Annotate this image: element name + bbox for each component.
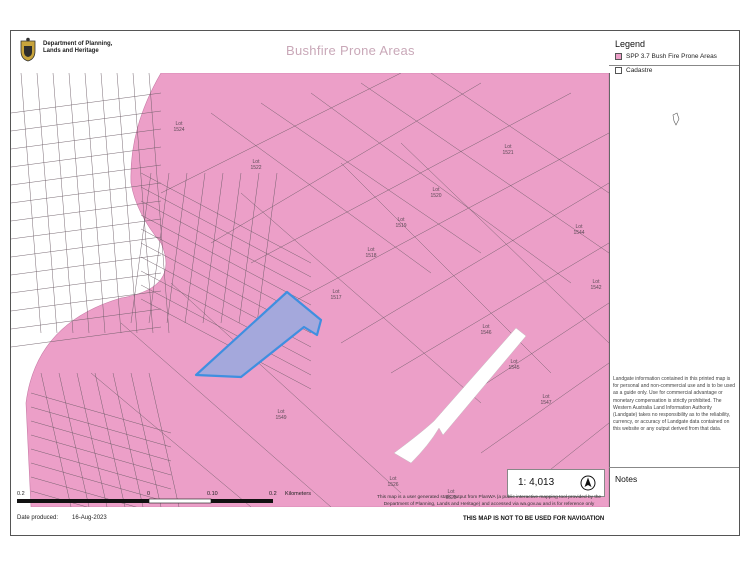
legend-divider (609, 65, 739, 66)
date-produced: Date produced: 16-Aug-2023 (17, 515, 107, 521)
department-line-1: Department of Planning, (43, 41, 113, 47)
navigation-warning: THIS MAP IS NOT TO BE USED FOR NAVIGATIO… (463, 516, 605, 522)
cadastre-swatch (615, 67, 622, 74)
bushfire-swatch (615, 53, 622, 60)
map-sheet: Department of Planning, Lands and Herita… (10, 30, 740, 536)
side-panel: Legend SPP 3.7 Bush Fire Prone Areas Cad… (609, 31, 739, 535)
scale-units: Kilometers (285, 491, 311, 497)
scale-ratio-box: 1: 4,013 (507, 469, 605, 497)
date-value: 16-Aug-2023 (72, 515, 107, 521)
department-name: Department of Planning, Lands and Herita… (43, 41, 133, 55)
notes-divider (609, 467, 739, 468)
legend-item-cadastre: Cadastre (615, 67, 652, 74)
scale-label-2: 0.10 (207, 491, 218, 497)
map-title: Bushfire Prone Areas (286, 43, 415, 58)
landgate-disclaimer: Landgate information contained in this p… (613, 376, 736, 433)
scale-bar (17, 498, 273, 504)
scale-label-3: 0.2 (269, 491, 277, 497)
map-canvas[interactable]: Lot 1524Lot 1522Lot 1521Lot 1520Lot 1519Lot 15… (11, 73, 609, 507)
scale-ratio: 1: 4,013 (518, 477, 555, 488)
map-footer: 0.2 0 0.10 0.2 Kilometers Date produced:… (11, 491, 609, 535)
department-line-2: Lands and Heritage (43, 48, 99, 54)
map-footnote: This map is a user generated static outp… (376, 495, 602, 507)
notes-title: Notes (615, 474, 638, 484)
map-view[interactable]: Lot 1524 Lot 1522 Lot 1521 Lot 1520 Lot 1519 Lot 15… (11, 73, 610, 507)
legend-item-bushfire: SPP 3.7 Bush Fire Prone Areas (615, 53, 717, 60)
scale-label-1: 0 (147, 491, 151, 497)
legend-label-bushfire: SPP 3.7 Bush Fire Prone Areas (626, 53, 717, 60)
scale-label-0: 0.2 (17, 491, 25, 497)
wa-government-crest-icon (20, 37, 36, 62)
map-header: Department of Planning, Lands and Herita… (11, 31, 609, 74)
date-label: Date produced: (17, 515, 59, 521)
north-arrow-icon (580, 475, 596, 491)
map-inset-marker-icon (672, 112, 680, 126)
legend-label-cadastre: Cadastre (626, 67, 653, 74)
legend-title: Legend (615, 39, 646, 49)
